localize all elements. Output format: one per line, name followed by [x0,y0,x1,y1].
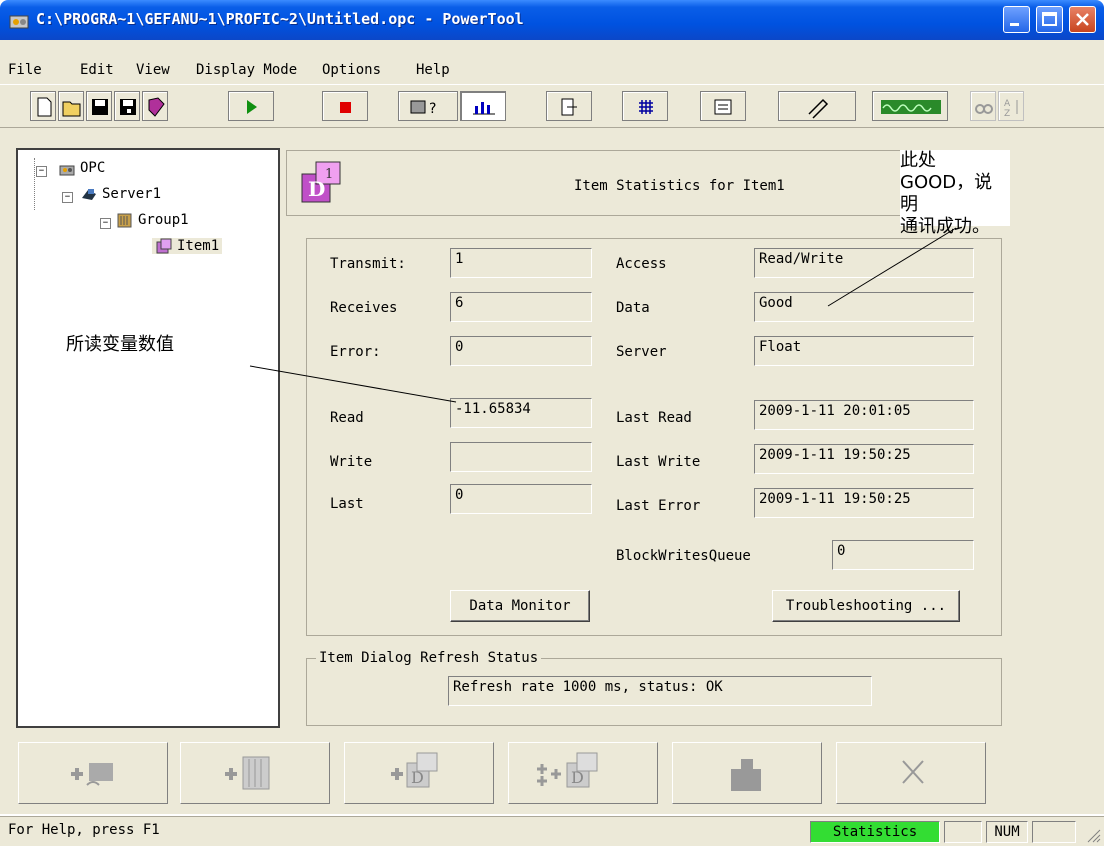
add-group-button[interactable] [180,742,330,804]
add-group-icon [225,756,270,790]
add-multiple-items-button[interactable]: D [508,742,658,804]
write-value-icon [731,759,761,791]
add-server-button[interactable] [18,742,168,804]
status-num-panel: NUM [986,821,1028,843]
annotation-lines [249,227,957,403]
write-value-button[interactable] [672,742,822,804]
good-annotation-line [827,227,957,307]
add-item-icon: D [391,752,438,788]
status-mode-panel: Statistics [810,821,940,843]
status-help-text: For Help, press F1 [8,822,160,838]
svg-text:D: D [571,768,584,787]
status-panel-empty [944,821,982,843]
svg-text:D: D [411,768,424,787]
delete-button[interactable] [836,742,986,804]
resize-grip-icon[interactable] [1084,826,1102,844]
read-annotation-line [249,365,457,403]
add-item-button[interactable]: D [344,742,494,804]
add-multiple-items-icon: D [537,752,598,788]
status-panel-scroll [1032,821,1076,843]
delete-icon [902,760,924,784]
add-server-icon [71,763,113,786]
